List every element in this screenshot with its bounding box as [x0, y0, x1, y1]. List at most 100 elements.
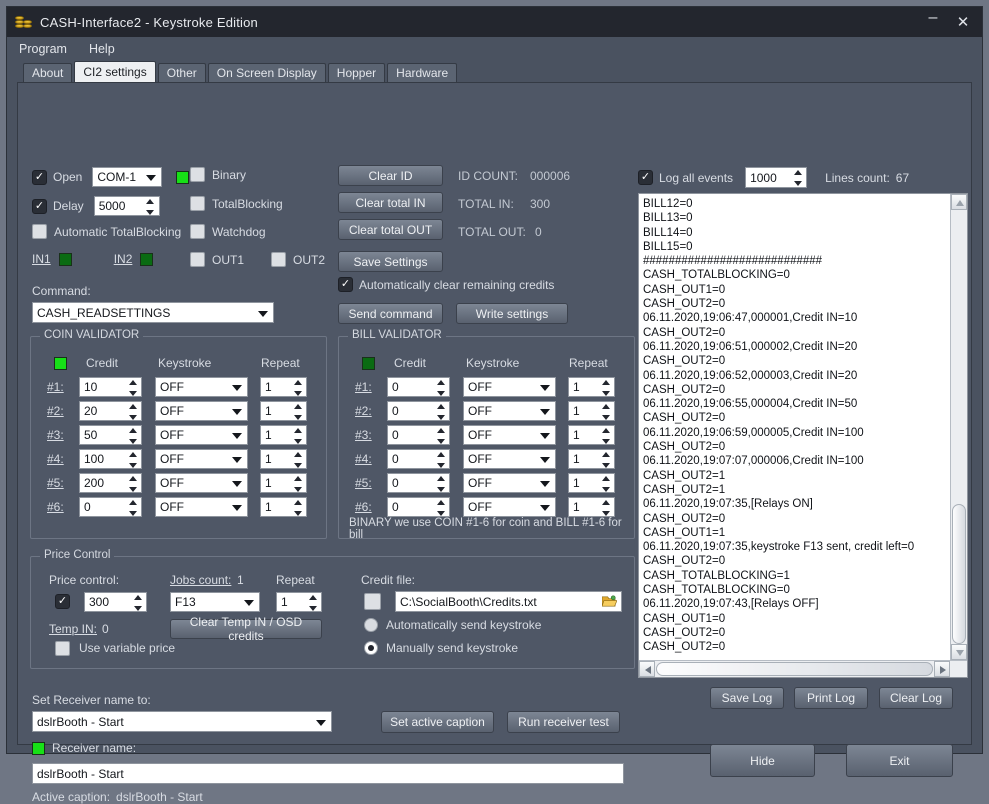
delay-checkbox[interactable]: ✓ — [32, 198, 47, 214]
spinner-arrows-icon[interactable] — [435, 452, 446, 468]
spinner-arrows-icon[interactable] — [292, 500, 303, 516]
bill-repeat-input-6[interactable]: 1 — [568, 497, 615, 517]
clear-total-out-button[interactable]: Clear total OUT — [338, 219, 443, 240]
tab-on-screen-display[interactable]: On Screen Display — [207, 63, 326, 82]
log-max-lines-input[interactable]: 1000 — [745, 167, 808, 188]
command-select[interactable]: CASH_READSETTINGS — [32, 302, 274, 323]
write-settings-button[interactable]: Write settings — [456, 303, 568, 324]
spinner-arrows-icon[interactable] — [292, 452, 303, 468]
scroll-up-button[interactable] — [951, 194, 967, 210]
scroll-left-button[interactable] — [639, 661, 655, 677]
coin-row-label-2[interactable]: #2: — [47, 404, 64, 418]
auto-totalblocking-checkbox[interactable] — [32, 224, 47, 239]
bill-keystroke-select-3[interactable]: OFF — [463, 425, 556, 445]
coin-repeat-input-1[interactable]: 1 — [260, 377, 307, 397]
out1-checkbox[interactable] — [190, 252, 205, 267]
spinner-arrows-icon[interactable] — [600, 476, 611, 492]
spinner-arrows-icon[interactable] — [127, 428, 138, 444]
coin-row-label-4[interactable]: #4: — [47, 452, 64, 466]
price-keystroke-select[interactable]: F13 — [170, 592, 260, 612]
bill-credit-input-4[interactable]: 0 — [387, 449, 450, 469]
tab-other[interactable]: Other — [157, 63, 206, 82]
coin-credit-input-4[interactable]: 100 — [79, 449, 142, 469]
coin-repeat-input-5[interactable]: 1 — [260, 473, 307, 493]
bill-keystroke-select-2[interactable]: OFF — [463, 401, 556, 421]
price-repeat-input[interactable]: 1 — [276, 592, 322, 612]
coin-row-label-3[interactable]: #3: — [47, 428, 64, 442]
set-active-caption-button[interactable]: Set active caption — [381, 711, 494, 733]
spinner-arrows-icon[interactable] — [127, 476, 138, 492]
bill-repeat-input-1[interactable]: 1 — [568, 377, 615, 397]
com-port-select[interactable]: COM-1 — [92, 167, 163, 187]
menu-item-help[interactable]: Help — [89, 42, 115, 56]
spinner-arrows-icon[interactable] — [127, 500, 138, 516]
log-hscroll-thumb[interactable] — [656, 662, 933, 676]
clear-temp-in-button[interactable]: Clear Temp IN / OSD credits — [170, 615, 322, 643]
spinner-arrows-icon[interactable] — [435, 404, 446, 420]
watchdog-checkbox[interactable] — [190, 224, 205, 239]
bill-credit-input-2[interactable]: 0 — [387, 401, 450, 421]
spinner-arrows-icon[interactable] — [292, 428, 303, 444]
coin-repeat-input-2[interactable]: 1 — [260, 401, 307, 421]
coin-keystroke-select-2[interactable]: OFF — [155, 401, 248, 421]
auto-send-keystroke-row[interactable]: Automatically send keystroke — [364, 618, 541, 632]
coin-credit-input-6[interactable]: 0 — [79, 497, 142, 517]
tab-hardware[interactable]: Hardware — [387, 63, 458, 82]
bill-keystroke-select-5[interactable]: OFF — [463, 473, 556, 493]
manual-send-keystroke-radio[interactable] — [364, 641, 378, 655]
coin-repeat-input-6[interactable]: 1 — [260, 497, 307, 517]
spinner-arrows-icon[interactable] — [435, 500, 446, 516]
spinner-arrows-icon[interactable] — [435, 476, 446, 492]
coin-credit-input-1[interactable]: 10 — [79, 377, 142, 397]
folder-open-icon[interactable] — [602, 595, 617, 608]
spinner-arrows-icon[interactable] — [600, 452, 611, 468]
coin-row-label-6[interactable]: #6: — [47, 500, 64, 514]
save-log-button[interactable]: Save Log — [710, 687, 784, 709]
spinner-arrows-icon[interactable] — [307, 595, 318, 611]
bill-repeat-input-3[interactable]: 1 — [568, 425, 615, 445]
bill-repeat-input-5[interactable]: 1 — [568, 473, 615, 493]
print-log-button[interactable]: Print Log — [794, 687, 868, 709]
coin-repeat-input-3[interactable]: 1 — [260, 425, 307, 445]
out2-checkbox[interactable] — [271, 252, 287, 267]
close-button[interactable]: ✕ — [948, 9, 978, 35]
coin-row-label-1[interactable]: #1: — [47, 380, 64, 394]
coin-keystroke-select-3[interactable]: OFF — [155, 425, 248, 445]
bill-credit-input-6[interactable]: 0 — [387, 497, 450, 517]
coin-credit-input-3[interactable]: 50 — [79, 425, 142, 445]
spinner-arrows-icon[interactable] — [145, 199, 156, 215]
log-vertical-scrollbar[interactable] — [950, 194, 967, 677]
bill-row-label-5[interactable]: #5: — [355, 476, 372, 490]
auto-clear-credits-checkbox[interactable]: ✓ — [338, 277, 353, 292]
log-scroll-thumb[interactable] — [952, 504, 966, 644]
spinner-arrows-icon[interactable] — [600, 404, 611, 420]
binary-checkbox[interactable] — [190, 167, 205, 182]
scroll-right-button[interactable] — [934, 661, 950, 677]
bill-row-label-4[interactable]: #4: — [355, 452, 372, 466]
clear-log-button[interactable]: Clear Log — [879, 687, 953, 709]
tab-hopper[interactable]: Hopper — [327, 63, 386, 82]
temp-in-label[interactable]: Temp IN: — [49, 622, 97, 636]
spinner-arrows-icon[interactable] — [792, 170, 803, 186]
coin-keystroke-select-1[interactable]: OFF — [155, 377, 248, 397]
spinner-arrows-icon[interactable] — [435, 380, 446, 396]
coin-keystroke-select-6[interactable]: OFF — [155, 497, 248, 517]
in2-label[interactable]: IN2 — [114, 252, 133, 266]
totalblocking-checkbox[interactable] — [190, 196, 205, 211]
save-settings-button[interactable]: Save Settings — [338, 251, 443, 272]
auto-send-keystroke-radio[interactable] — [364, 618, 378, 632]
bill-row-label-2[interactable]: #2: — [355, 404, 372, 418]
bill-repeat-input-4[interactable]: 1 — [568, 449, 615, 469]
receiver-name-input[interactable]: dslrBooth - Start — [32, 763, 624, 784]
spinner-arrows-icon[interactable] — [600, 500, 611, 516]
price-value-input[interactable]: 300 — [84, 592, 147, 612]
bill-keystroke-select-1[interactable]: OFF — [463, 377, 556, 397]
spinner-arrows-icon[interactable] — [600, 380, 611, 396]
bill-row-label-1[interactable]: #1: — [355, 380, 372, 394]
menu-item-program[interactable]: Program — [19, 42, 67, 56]
use-variable-price-checkbox[interactable] — [55, 641, 70, 656]
spinner-arrows-icon[interactable] — [435, 428, 446, 444]
coin-keystroke-select-5[interactable]: OFF — [155, 473, 248, 493]
bill-keystroke-select-6[interactable]: OFF — [463, 497, 556, 517]
spinner-arrows-icon[interactable] — [132, 595, 143, 611]
